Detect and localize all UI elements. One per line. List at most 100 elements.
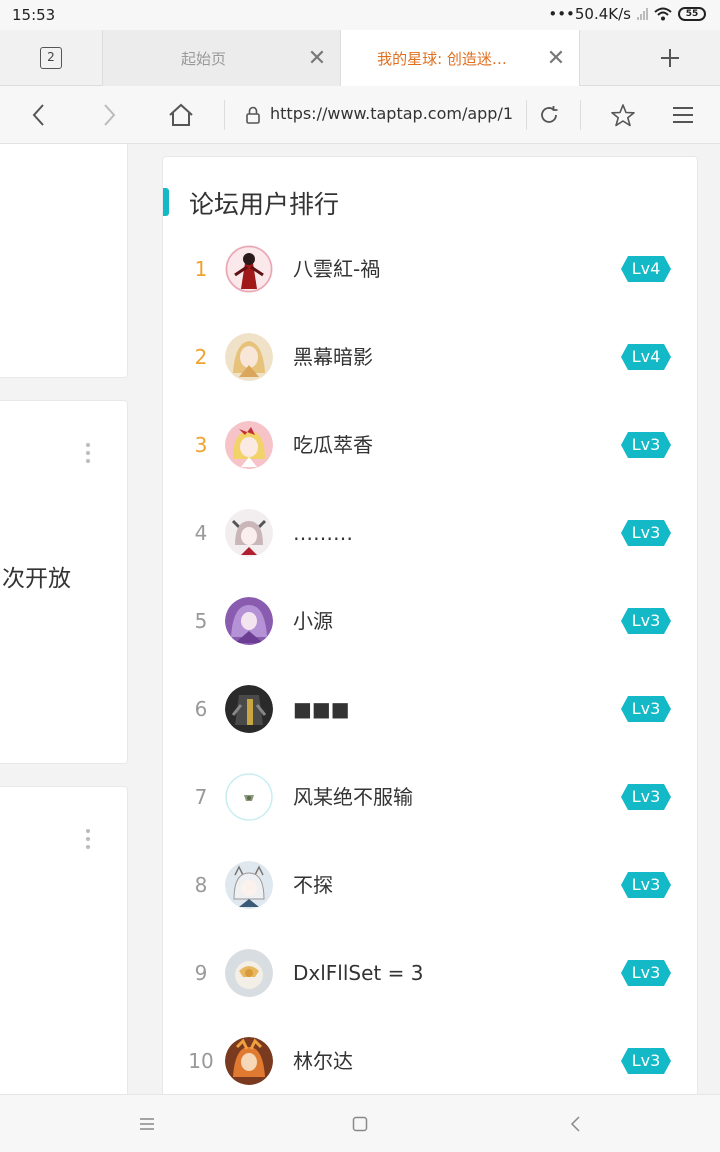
rank-number: 2 bbox=[194, 345, 208, 369]
tab-active[interactable]: 我的星球: 创造迷… ✕ bbox=[340, 30, 580, 86]
battery-icon: 55 bbox=[678, 7, 706, 21]
user-name: ■■■ bbox=[293, 697, 350, 721]
status-indicators: •••50.4K/s 55 bbox=[548, 5, 706, 23]
reload-icon bbox=[541, 106, 558, 123]
rank-number: 5 bbox=[194, 609, 208, 633]
user-name: ……… bbox=[293, 521, 353, 545]
left-card: 次开放 bbox=[0, 400, 128, 764]
tab-count: 2 bbox=[40, 47, 62, 69]
user-name: 林尔达 bbox=[293, 1049, 353, 1073]
network-speed: •••50.4K/s bbox=[548, 5, 631, 23]
ranking-row[interactable]: 7 风某绝不服输 Lv3 bbox=[163, 773, 699, 861]
reload-button[interactable] bbox=[534, 100, 564, 130]
level-badge: Lv3 bbox=[621, 872, 671, 898]
avatar bbox=[225, 1037, 273, 1085]
user-name: 风某绝不服输 bbox=[293, 785, 413, 809]
left-card bbox=[0, 144, 128, 378]
user-name: DxlFllSet = 3 bbox=[293, 961, 424, 985]
ranking-row[interactable]: 8 不探 Lv3 bbox=[163, 861, 699, 949]
rank-number: 9 bbox=[194, 961, 208, 985]
ranking-row[interactable]: 1 八雲紅-禍 Lv4 bbox=[163, 245, 699, 333]
recent-apps-button[interactable] bbox=[132, 1109, 162, 1139]
avatar bbox=[225, 773, 273, 821]
status-bar: 15:53 •••50.4K/s 55 bbox=[0, 0, 720, 30]
user-name: 吃瓜萃香 bbox=[293, 433, 373, 457]
title-accent bbox=[163, 188, 169, 216]
new-tab-button[interactable] bbox=[620, 30, 720, 86]
divider bbox=[580, 100, 581, 130]
bookmark-button[interactable] bbox=[608, 100, 638, 130]
avatar bbox=[225, 333, 273, 381]
avatar bbox=[225, 685, 273, 733]
avatar bbox=[225, 245, 273, 293]
avatar bbox=[225, 949, 273, 997]
level-badge: Lv3 bbox=[621, 696, 671, 722]
level-badge: Lv3 bbox=[621, 784, 671, 810]
chevron-left-icon bbox=[32, 104, 44, 126]
address-bar: https://www.taptap.com/app/183 bbox=[0, 86, 720, 144]
ranking-title: 论坛用户排行 bbox=[189, 190, 340, 219]
system-nav-bar bbox=[0, 1094, 720, 1152]
hamburger-icon bbox=[673, 107, 693, 123]
menu-button[interactable] bbox=[668, 100, 698, 130]
ranking-row[interactable]: 2 黑幕暗影 Lv4 bbox=[163, 333, 699, 421]
signal-icon bbox=[637, 8, 648, 20]
home-nav-button[interactable] bbox=[345, 1109, 375, 1139]
avatar bbox=[225, 597, 273, 645]
user-name: 八雲紅-禍 bbox=[293, 257, 381, 281]
level-badge: Lv3 bbox=[621, 432, 671, 458]
rank-number: 6 bbox=[194, 697, 208, 721]
back-button[interactable] bbox=[24, 100, 54, 130]
home-icon bbox=[169, 103, 193, 126]
wifi-icon bbox=[654, 7, 672, 21]
user-name: 小源 bbox=[293, 609, 333, 633]
level-badge: Lv3 bbox=[621, 520, 671, 546]
user-ranking-card: 论坛用户排行 1 八雲紅-禍 Lv4 2 黑幕暗影 Lv4 3 吃瓜萃香 Lv3… bbox=[162, 156, 698, 1094]
menu-lines-icon bbox=[140, 1118, 154, 1130]
ranking-row[interactable]: 5 小源 Lv3 bbox=[163, 597, 699, 685]
avatar bbox=[225, 861, 273, 909]
rank-number: 7 bbox=[194, 785, 208, 809]
close-icon[interactable]: ✕ bbox=[294, 46, 340, 71]
home-button[interactable] bbox=[166, 100, 196, 130]
rank-number: 3 bbox=[194, 433, 208, 457]
tab-label: 我的星球: 创造迷… bbox=[377, 49, 507, 68]
level-badge: Lv3 bbox=[621, 1048, 671, 1074]
rank-number: 1 bbox=[194, 257, 208, 281]
avatar bbox=[225, 421, 273, 469]
back-nav-button[interactable] bbox=[561, 1109, 591, 1139]
user-name: 不探 bbox=[293, 873, 333, 897]
card-text: 次开放 bbox=[2, 566, 71, 592]
level-badge: Lv3 bbox=[621, 608, 671, 634]
divider bbox=[224, 100, 225, 130]
tab-start-page[interactable]: 起始页 ✕ bbox=[102, 30, 340, 86]
forward-button[interactable] bbox=[94, 100, 124, 130]
avatar bbox=[225, 509, 273, 557]
tab-count-button[interactable]: 2 bbox=[0, 30, 102, 86]
left-card bbox=[0, 786, 128, 1094]
tab-label: 起始页 bbox=[180, 49, 226, 68]
rank-number: 10 bbox=[188, 1049, 214, 1073]
ranking-row[interactable]: 10 林尔达 Lv3 bbox=[163, 1037, 699, 1094]
ranking-row[interactable]: 3 吃瓜萃香 Lv3 bbox=[163, 421, 699, 509]
close-icon[interactable]: ✕ bbox=[533, 46, 579, 71]
rank-number: 8 bbox=[194, 873, 208, 897]
status-time: 15:53 bbox=[12, 6, 56, 24]
user-name: 黑幕暗影 bbox=[293, 345, 373, 369]
chevron-right-icon bbox=[104, 104, 116, 126]
url-field[interactable]: https://www.taptap.com/app/183 bbox=[270, 104, 512, 123]
more-icon[interactable] bbox=[86, 829, 90, 849]
page-content: 次开放 论坛用户排行 1 八雲紅-禍 Lv4 2 黑幕暗影 Lv4 3 吃瓜萃香… bbox=[0, 144, 720, 1094]
more-icon[interactable] bbox=[86, 443, 90, 463]
star-icon bbox=[611, 104, 635, 127]
rank-number: 4 bbox=[194, 521, 208, 545]
lock-icon bbox=[238, 100, 268, 130]
ranking-row[interactable]: 9 DxlFllSet = 3 Lv3 bbox=[163, 949, 699, 1037]
ranking-row[interactable]: 4 ……… Lv3 bbox=[163, 509, 699, 597]
level-badge: Lv4 bbox=[621, 344, 671, 370]
level-badge: Lv3 bbox=[621, 960, 671, 986]
ranking-row[interactable]: 6 ■■■ Lv3 bbox=[163, 685, 699, 773]
plus-icon bbox=[661, 49, 679, 67]
square-icon bbox=[352, 1116, 368, 1132]
level-badge: Lv4 bbox=[621, 256, 671, 282]
